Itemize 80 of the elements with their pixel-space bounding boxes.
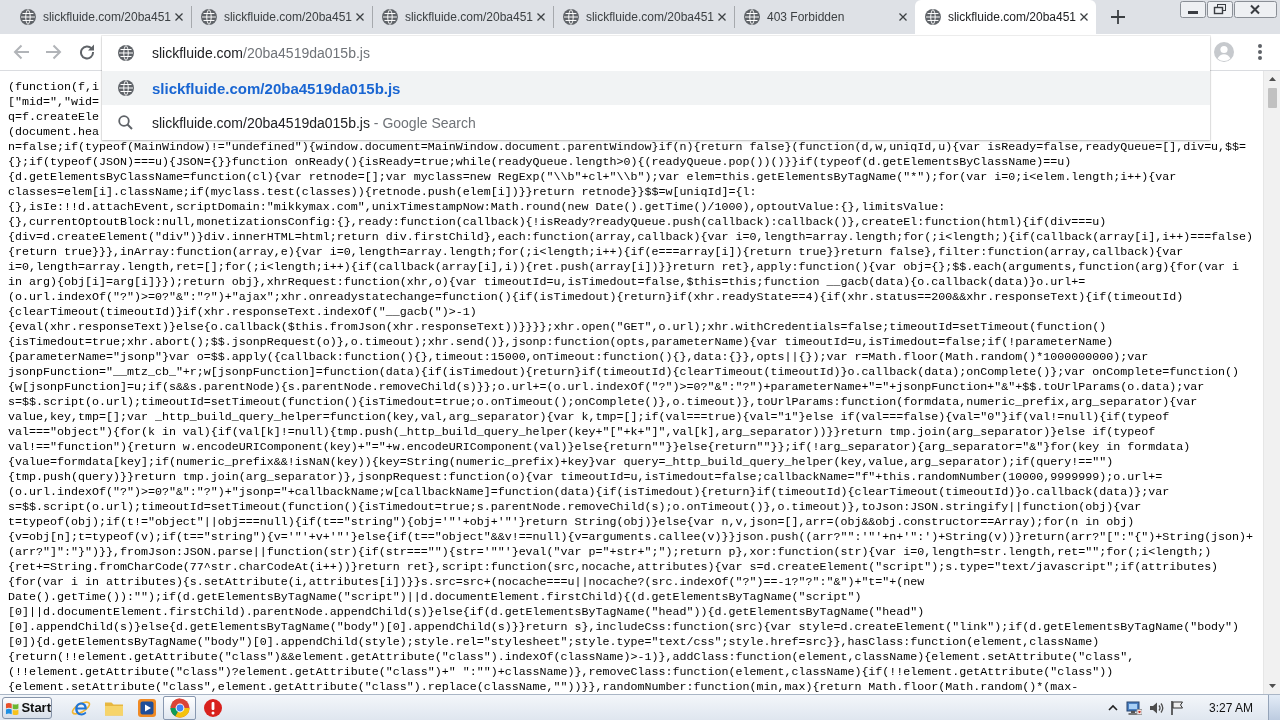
code-line: {div=d.createElement("div")}div.innerHTML=html;return div.firstChild},each:function(array,callback){var i=0,length=array.length;for(;i<length;){if(callback(array[i],i++)===false) bbox=[8, 230, 1254, 245]
code-line: {parameterName="jsonp"}var o=$$.apply({callback:function(){},timeout:15000,onTimeout:function(){},data:{}},opts||{});var r=Math.floor(Math.random()*1000000000);var bbox=[8, 350, 1149, 365]
clock-time: 3:27 AM bbox=[1208, 700, 1253, 715]
close-icon[interactable] bbox=[174, 12, 184, 22]
code-line: n=false;if(typeof(MainWindow)!="undefined"){window.document=MainWindow.document.parentWindow}if(n){return false}(function(d,w,uniqId,u){var isReady=false,readyQueue=[],div=u,$$= bbox=[8, 140, 1247, 155]
code-line: value,key,tmp=[];var _http_build_query_helper=function(key,val,arg_separator){var k,tmp=[];if(val===true){val="1"}else if(val===false){val="0"}if(val!=null){if(typeof bbox=[8, 410, 1170, 425]
code-line: {value=formdata[key];if(numeric_prefix&&!isNaN(key)){key=String(numeric_prefix)+key}var query=_http_build_query_helper(key,value,arg_separator);if(query!=="") bbox=[8, 455, 1114, 470]
code-line: {w[jsonpFunction]=u;if(s&&s.parentNode){s.parentNode.removeChild(s)}};o.url+=(o.url.indexOf("?")>=0?"&":"?")+parameterName+"="+jsonpFunction+"&"+$$.toUrlParams(o.data);var bbox=[8, 380, 1205, 395]
globe-icon bbox=[563, 9, 579, 25]
scrollbar[interactable] bbox=[1263, 71, 1280, 694]
scrollbar-thumb[interactable] bbox=[1267, 88, 1277, 108]
code-line: val==="object"){for(k in val){if(val[k]!=null){tmp.push(_http_build_query_helper(key+"["+k+"]",val[k],arg_separator))}}return tmp.join(arg_separator)}else if(typeof bbox=[8, 425, 1156, 440]
code-line: Date().getTime()):"");if(d.getElementsByTagName("script")||d.documentElement.firstChild){(d.getElementsByTagName("script") bbox=[8, 590, 862, 605]
tab[interactable]: slickfluide.com/20ba451 bbox=[915, 0, 1096, 34]
code-line: s=$$.script(o.url);timeoutId=setTimeout(function(){isTimedout=true;s.parentNode.removeChild(s);o.onTimeout()},o.timeout)},toJson:JSON.stringify||function(obj){var bbox=[8, 500, 1142, 515]
code-line: {d.getElementsByClassName=function(cl){var retnode=[];var myclass=new RegExp("\\b"+cl+"\\b");var elem=this.getElementsByTagName("*");for(var i=0;i<elem.length;i++){var bbox=[8, 170, 1177, 185]
code-line: {v=obj[n];t=typeof(v);if(t=="string"){v='"'+v+'"'}else{if(t=="object"&&v!==null){v=arguments.callee(v)}}json.push((arr?"":'"'+n+'":')+String(v))}return(arr?"[":"{")+String(json)+ bbox=[8, 530, 1254, 545]
code-line: classes=elem[i].className;if(myclass.test(classes)){retnode.push(elem[i])}}return retnode}}$$=w[uniqId]={l: bbox=[8, 185, 757, 200]
code-line: {};if(typeof(JSON)===u){JSON={}}function onReady(){isReady=true;while(readyQueue.length>0){(readyQueue.pop())()}}if(typeof(d.getElementsByClassName)==u) bbox=[8, 155, 1072, 170]
code-line: q=f.createEle bbox=[8, 110, 99, 125]
code-line: (arr?"]":"}")}},fromJson:JSON.parse||function(str){if(str===""){str='""'}eval("var p="+str+";");return p},xor:function(str){var i=0,length=str.length,ret="";for(;i<length;) bbox=[8, 545, 1212, 560]
code-line: [0]){d.getElementsByTagName("body")[0].appendChild(style);style.rel="stylesheet";style.type="text/css";style.href=src}},hasClass:function(element,className) bbox=[8, 635, 1100, 650]
code-line: {tmp.push(query)}}return tmp.join(arg_separator)},jsonpRequest:function(o){var timeoutId=u,isTimedout=false;callbackName="f"+this.randomNumber(10000,9999999);o.url+= bbox=[8, 470, 1163, 485]
menu-icon[interactable] bbox=[1258, 44, 1262, 60]
play-tile-icon bbox=[136, 697, 157, 718]
code-line: s=$$.script(o.url);timeoutId=setTimeout(function(){isTimedout=true;o.onTimeout();onComplete()},o.timeout)},toUrlParams:function(formdata,numeric_prefix,arg_separator){var bbox=[8, 395, 1198, 410]
code-line: in arg){obj[i]=arg[i]}});return obj},xhrRequest:function(xhr,o){var timeoutId=u,isTimedout=false,$this=this;function __gacb(data){o.callback(data)}o.url+= bbox=[8, 275, 1086, 290]
code-line: {for(var i in attributes){s.setAttribute(i,attributes[i])}}s.src=src+(nocache===u||nocache?(src.indexOf("?")==-1?"?":"&")+"t="+(new bbox=[8, 575, 925, 590]
close-icon[interactable] bbox=[536, 12, 546, 22]
scroll-up-icon[interactable] bbox=[1267, 75, 1277, 83]
code-line: jsonpFunction="__mtz_cb_"+r;w[jsonpFunction]=function(data){if(isTimedout){return}if(timeoutId){clearTimeout(timeoutId)}o.callback(data);onComplete()};var onComplete=function() bbox=[8, 365, 1240, 380]
code-line: val!=="function"){return w.encodeURIComponent(key)+"="+w.encodeURIComponent(val)}else{return""}}else{return""}};if(!arg_separator){arg_separator="&"}for(key in formdata) bbox=[8, 440, 1191, 455]
restore-icon[interactable] bbox=[1207, 1, 1233, 18]
tab[interactable]: slickfluide.com/20ba451 bbox=[10, 0, 191, 34]
code-line: {isTimedout=true;xhr.abort();$$.jsonpRequest(o)},o.timeout);xhr.send()},jsonp:function(opts,parameterName){var timeoutId=u,isTimedout=false;if(!parameterName) bbox=[8, 335, 1114, 350]
code-line: t=typeof(obj);if(t!="object"||obj===null){if(t=="string"){obj='"'+obj+'"'}return String(obj)}else{var n,v,json=[],arr=(obj&&obj.constructor==Array);for(n in obj) bbox=[8, 515, 1135, 530]
chevron-up-icon[interactable] bbox=[1107, 704, 1118, 711]
globe-icon bbox=[118, 80, 134, 96]
alert-icon bbox=[202, 697, 223, 718]
globe-icon bbox=[201, 9, 217, 25]
close-icon[interactable] bbox=[898, 12, 908, 22]
code-line: [0].appendChild(s)}else{d.getElementsByTagName("body")[0].appendChild(s)}}return s},includeCss:function(src){var style=d.createElement("link");if(d.getElementsByTagName("body") bbox=[8, 620, 1240, 635]
code-line: {return(!!element.getAttribute("class")&&element.getAttribute("class").indexOf(className)>-1)},addClass:function(element,className){element.setAttribute("class", bbox=[8, 650, 1135, 665]
minimize-icon[interactable] bbox=[1180, 1, 1206, 18]
globe-icon bbox=[118, 45, 134, 61]
globe-icon bbox=[20, 9, 36, 25]
code-line: {element.setAttribute("class",element.getAttribute("class").replace(className,""))}},randomNumber:function(min,max){return Math.floor(Math.random()*(max- bbox=[8, 680, 1079, 694]
code-line: (document.hea bbox=[8, 125, 99, 140]
search-icon bbox=[118, 115, 134, 131]
code-line: (function(f,i bbox=[8, 80, 99, 95]
code-line: (o.url.indexOf("?")>=0?"&":"?")+"jsonp="+callbackName;w[callbackName]=function(data){if(isTimedout){return}if(timeoutId){clearTimeout(timeoutId)}o.callback(data)};var bbox=[8, 485, 1170, 500]
round-logo-icon bbox=[169, 697, 190, 718]
address-field[interactable]: slickfluide.com/20ba4519da015b.js bbox=[152, 43, 374, 63]
code-line: [0]||d.documentElement.firstChild).parentNode.appendChild(s)}else{if(d.getElementsByTagName("head")){d.getElementsByTagName("head") bbox=[8, 605, 925, 620]
flag-icon[interactable] bbox=[1169, 699, 1186, 716]
code-line: {eval(xhr.responseText)}else{o.callback($this.fromJson(xhr.responseText))}}}};xhr.open("GET",o.url);xhr.withCredentials=false;timeoutId=setTimeout(function() bbox=[8, 320, 1107, 335]
code-line: {clearTimeout(timeoutId)}if(xhr.responseText.indexOf("__gacb(")>-1) bbox=[8, 305, 477, 320]
globe-icon bbox=[925, 9, 941, 25]
network-icon[interactable] bbox=[1125, 699, 1142, 716]
code-line: {return true}}},inArray:function(array,e){var i=0,length=array.length;for(;i<length;i++){if(e===array[i]){return true}}return false},filter:function(array,callback){var bbox=[8, 245, 1184, 260]
code-line: {},isIe:!!d.attachEvent,scriptDomain:"mikkymax.com",unixTimestampNow:Math.round(new Date().getTime()/1000),optoutValue:{},limitsValue: bbox=[8, 200, 946, 215]
taskbar-button[interactable] bbox=[163, 695, 196, 720]
code-line: (o.url.indexOf("?")>=0?"&":"?")+"ajax";xhr.onreadystatechange=function(){if(isTimedout){return}if(xhr.readyState==4){if(xhr.status==200&&xhr.responseText){if(timeoutId) bbox=[8, 290, 1184, 305]
start-button[interactable]: Start bbox=[2, 696, 52, 719]
code-line: (!!element.getAttribute("class")?element.getAttribute("class")+" ":"")+className)},removeClass:function(element,className){if(!!element.getAttribute("class")) bbox=[8, 665, 1114, 680]
reload-icon[interactable] bbox=[79, 44, 95, 60]
close-icon[interactable] bbox=[1079, 12, 1089, 22]
suggestion-item[interactable]: slickfluide.com/20ba4519da015b.js bbox=[102, 71, 1210, 105]
close-window-icon[interactable] bbox=[1234, 1, 1277, 18]
close-icon[interactable] bbox=[717, 12, 727, 22]
code-line: {},currentOptoutBlock:null,monetizationsConfig:{},ready:function(callback){!isReady?readyQueue.push(callback):callback()},createEl:function(html){if(div===u) bbox=[8, 215, 1107, 230]
new-tab-icon[interactable] bbox=[1111, 10, 1125, 24]
close-icon[interactable] bbox=[355, 12, 365, 22]
scroll-down-icon[interactable] bbox=[1267, 682, 1277, 690]
code-line: ["mid=","wid= bbox=[8, 95, 99, 110]
code-line: i=0,length=array.length,ret=[];for(;i<length;i++){if(callback(array[i],i)){ret.push(array[i])}}return ret},apply:function(){var obj={};$$.each(arguments,function(arg){for(var i bbox=[8, 260, 1240, 275]
suggestion-item[interactable]: slickfluide.com/20ba4519da015b.js - Google Search bbox=[102, 106, 1210, 140]
globe-icon bbox=[382, 9, 398, 25]
code-line: {ret+=String.fromCharCode(77^str.charCodeAt(i++))}return ret},script:function(src,nocache,attributes){var s=d.createElement("script");s.type="text/javascript";if(attributes) bbox=[8, 560, 1219, 575]
globe-icon bbox=[744, 9, 760, 25]
